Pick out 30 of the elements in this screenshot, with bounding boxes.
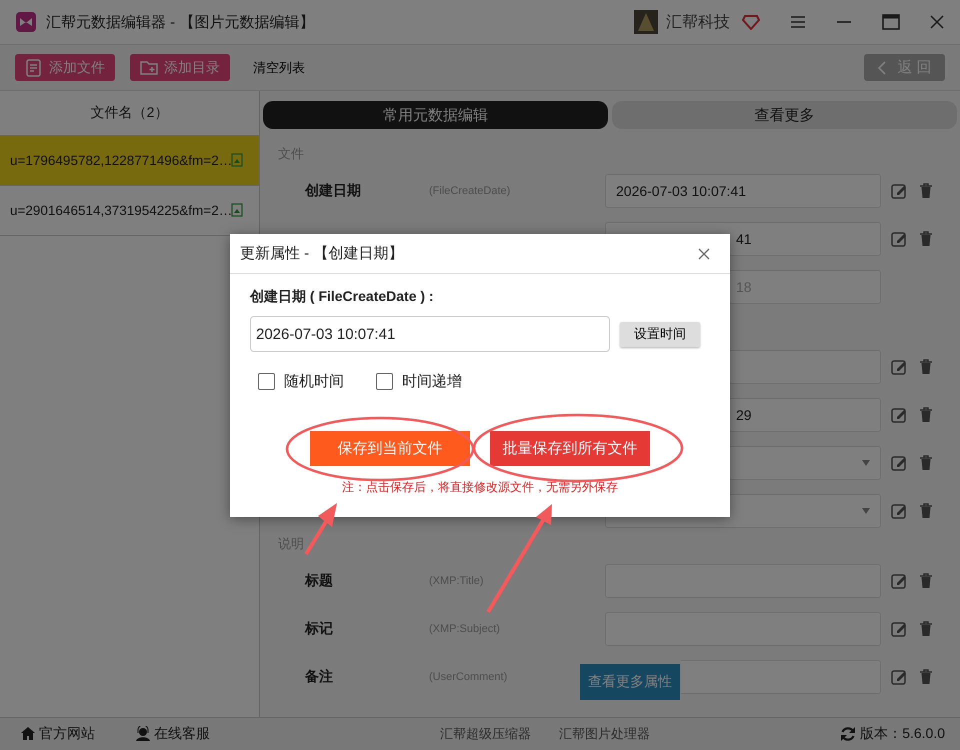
input-field[interactable]: 2026-07-03 10:07:41 xyxy=(605,174,881,208)
checkbox-label: 随机时间 xyxy=(284,372,344,391)
dialog-title: 更新属性 - 【创建日期】 xyxy=(240,244,404,263)
add-folder-button[interactable]: 添加目录 xyxy=(130,54,230,81)
footer-link[interactable]: 在线客服 xyxy=(135,725,210,743)
window-title: 汇帮元数据编辑器 - 【图片元数据编辑】 xyxy=(46,12,314,32)
date-input-field[interactable]: 2026-07-03 10:07:41 xyxy=(250,316,610,352)
checkbox-label: 时间递增 xyxy=(402,372,462,391)
version-label: 版本：5.6.0.0 xyxy=(860,725,946,743)
save-all-button[interactable]: 批量保存到所有文件 xyxy=(490,431,650,466)
field-label: 备注 xyxy=(304,668,334,686)
warning-note: 注：点击保存后，将直接修改源文件，无需另外保存 xyxy=(341,479,619,496)
file-row[interactable]: u=1796495782,1228771496&fm=2… xyxy=(0,136,259,186)
more-properties-floating-button[interactable]: 查看更多属性 xyxy=(580,664,680,700)
field-label: 标记 xyxy=(304,620,334,638)
tab[interactable]: 查看更多 xyxy=(612,101,957,129)
brand-name: 汇帮科技 xyxy=(666,12,730,32)
save-current-button[interactable]: 保存到当前文件 xyxy=(310,431,470,466)
field-label: 创建日期 xyxy=(304,182,362,200)
app-link[interactable]: 汇帮超级压缩器 xyxy=(440,725,532,743)
add-file-button[interactable]: 添加文件 xyxy=(15,54,115,81)
set-time-button[interactable]: 设置时间 xyxy=(620,322,700,346)
tab[interactable]: 常用元数据编辑 xyxy=(263,101,608,129)
field-label: 创建日期 ( FileCreateDate ) : xyxy=(250,288,435,306)
file-name: u=1796495782,1228771496&fm=2… xyxy=(10,153,232,168)
app-link[interactable]: 汇帮图片处理器 xyxy=(559,725,650,743)
file-name: u=2901646514,3731954225&fm=2… xyxy=(10,203,232,218)
field-label: 标题 xyxy=(304,572,334,590)
footer-link[interactable]: 官方网站 xyxy=(20,725,95,743)
clear-list-button[interactable]: 清空列表 xyxy=(245,58,313,76)
